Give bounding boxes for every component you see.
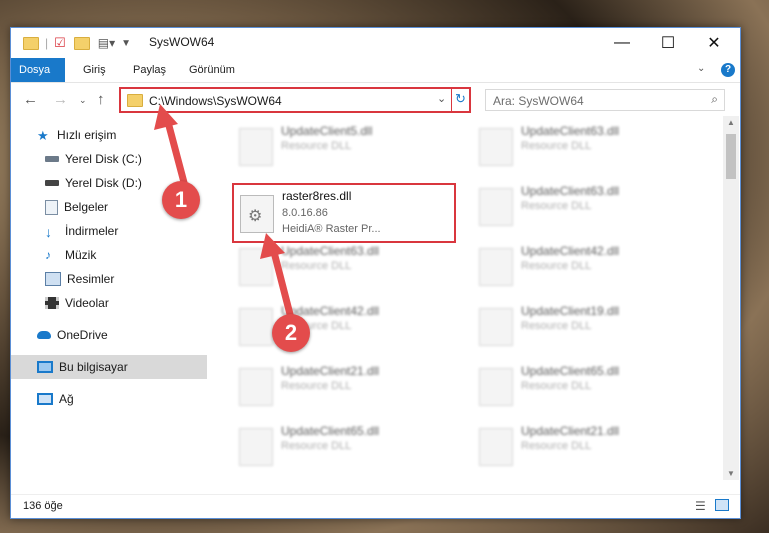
annotation-overlay: [154, 104, 296, 326]
arrow-2: [260, 233, 296, 326]
arrow-1: [154, 104, 190, 194]
annotation-badge-1: 1: [162, 181, 200, 219]
annotation-badge-2: 2: [272, 314, 310, 352]
